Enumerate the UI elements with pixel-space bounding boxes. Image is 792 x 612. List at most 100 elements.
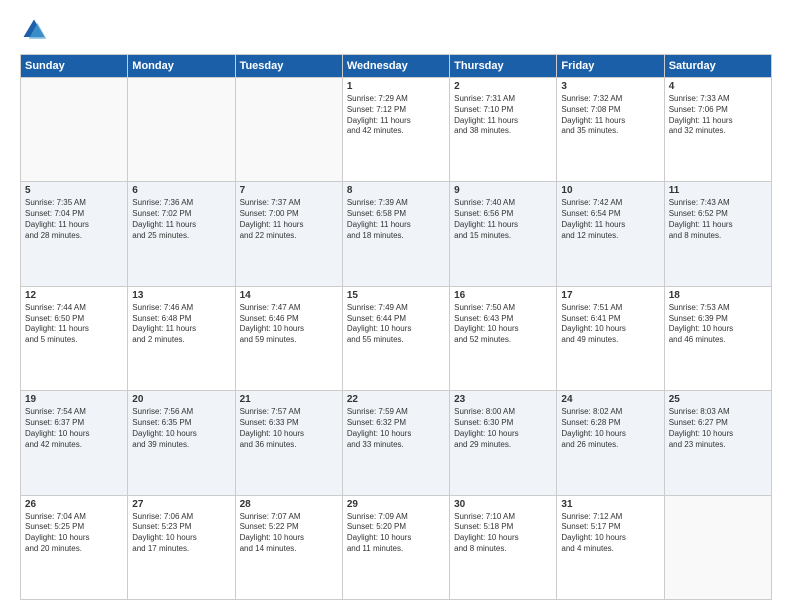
cell-info: Sunrise: 7:36 AMSunset: 7:02 PMDaylight:… xyxy=(132,198,230,241)
calendar-week-row: 1Sunrise: 7:29 AMSunset: 7:12 PMDaylight… xyxy=(21,78,772,182)
day-number: 31 xyxy=(561,499,659,510)
day-number: 26 xyxy=(25,499,123,510)
day-number: 20 xyxy=(132,394,230,405)
calendar-cell: 11 Sunrise: 7:43 AMSunset: 6:52 PMDayligh… xyxy=(664,182,771,286)
cell-info: Sunrise: 8:02 AMSunset: 6:28 PMDaylight:… xyxy=(561,407,659,450)
cell-info: Sunrise: 7:06 AMSunset: 5:23 PMDaylight:… xyxy=(132,512,230,555)
calendar-cell: 13 Sunrise: 7:46 AMSunset: 6:48 PMDayligh… xyxy=(128,286,235,390)
day-number: 6 xyxy=(132,185,230,196)
cell-info: Sunrise: 7:46 AMSunset: 6:48 PMDaylight:… xyxy=(132,303,230,346)
cell-info: Sunrise: 7:51 AMSunset: 6:41 PMDaylight:… xyxy=(561,303,659,346)
calendar-cell: 16 Sunrise: 7:50 AMSunset: 6:43 PMDayligh… xyxy=(450,286,557,390)
calendar-cell: 15 Sunrise: 7:49 AMSunset: 6:44 PMDayligh… xyxy=(342,286,449,390)
day-number: 13 xyxy=(132,290,230,301)
calendar-cell: 31Sunrise: 7:12 AMSunset: 5:17 PMDayligh… xyxy=(557,495,664,599)
cell-info: Sunrise: 7:47 AMSunset: 6:46 PMDaylight:… xyxy=(240,303,338,346)
calendar-cell: 5 Sunrise: 7:35 AMSunset: 7:04 PMDaylight… xyxy=(21,182,128,286)
calendar-cell xyxy=(128,78,235,182)
calendar-cell: 9 Sunrise: 7:40 AMSunset: 6:56 PMDaylight… xyxy=(450,182,557,286)
day-number: 29 xyxy=(347,499,445,510)
calendar-cell: 30 Sunrise: 7:10 AMSunset: 5:18 PMDayligh… xyxy=(450,495,557,599)
cell-info: Sunrise: 7:33 AMSunset: 7:06 PMDaylight:… xyxy=(669,94,767,137)
day-number: 7 xyxy=(240,185,338,196)
cell-info: Sunrise: 7:35 AMSunset: 7:04 PMDaylight:… xyxy=(25,198,123,241)
cell-info: Sunrise: 7:32 AMSunset: 7:08 PMDaylight:… xyxy=(561,94,659,137)
cell-info: Sunrise: 7:42 AMSunset: 6:54 PMDaylight:… xyxy=(561,198,659,241)
day-number: 28 xyxy=(240,499,338,510)
cell-info: Sunrise: 7:49 AMSunset: 6:44 PMDaylight:… xyxy=(347,303,445,346)
day-number: 2 xyxy=(454,81,552,92)
cell-info: Sunrise: 7:39 AMSunset: 6:58 PMDaylight:… xyxy=(347,198,445,241)
day-number: 8 xyxy=(347,185,445,196)
day-number: 4 xyxy=(669,81,767,92)
calendar-cell: 20Sunrise: 7:56 AMSunset: 6:35 PMDayligh… xyxy=(128,391,235,495)
cell-info: Sunrise: 7:10 AMSunset: 5:18 PMDaylight:… xyxy=(454,512,552,555)
day-number: 5 xyxy=(25,185,123,196)
day-number: 19 xyxy=(25,394,123,405)
logo xyxy=(20,16,52,44)
day-number: 14 xyxy=(240,290,338,301)
weekday-header-wednesday: Wednesday xyxy=(342,55,449,78)
cell-info: Sunrise: 7:40 AMSunset: 6:56 PMDaylight:… xyxy=(454,198,552,241)
calendar-cell: 28 Sunrise: 7:07 AMSunset: 5:22 PMDayligh… xyxy=(235,495,342,599)
day-number: 15 xyxy=(347,290,445,301)
cell-info: Sunrise: 7:31 AMSunset: 7:10 PMDaylight:… xyxy=(454,94,552,137)
calendar-cell: 8 Sunrise: 7:39 AMSunset: 6:58 PMDaylight… xyxy=(342,182,449,286)
day-number: 12 xyxy=(25,290,123,301)
calendar-cell: 24 Sunrise: 8:02 AMSunset: 6:28 PMDayligh… xyxy=(557,391,664,495)
cell-info: Sunrise: 7:53 AMSunset: 6:39 PMDaylight:… xyxy=(669,303,767,346)
cell-info: Sunrise: 7:54 AMSunset: 6:37 PMDaylight:… xyxy=(25,407,123,450)
weekday-header-row: SundayMondayTuesdayWednesdayThursdayFrid… xyxy=(21,55,772,78)
calendar-cell: 18Sunrise: 7:53 AMSunset: 6:39 PMDayligh… xyxy=(664,286,771,390)
calendar-cell: 17 Sunrise: 7:51 AMSunset: 6:41 PMDayligh… xyxy=(557,286,664,390)
calendar-cell: 22Sunrise: 7:59 AMSunset: 6:32 PMDayligh… xyxy=(342,391,449,495)
calendar-cell: 14 Sunrise: 7:47 AMSunset: 6:46 PMDayligh… xyxy=(235,286,342,390)
cell-info: Sunrise: 7:37 AMSunset: 7:00 PMDaylight:… xyxy=(240,198,338,241)
cell-info: Sunrise: 7:59 AMSunset: 6:32 PMDaylight:… xyxy=(347,407,445,450)
calendar-cell: 3 Sunrise: 7:32 AMSunset: 7:08 PMDaylight… xyxy=(557,78,664,182)
cell-info: Sunrise: 7:50 AMSunset: 6:43 PMDaylight:… xyxy=(454,303,552,346)
calendar-week-row: 26 Sunrise: 7:04 AMSunset: 5:25 PMDayligh… xyxy=(21,495,772,599)
cell-info: Sunrise: 7:43 AMSunset: 6:52 PMDaylight:… xyxy=(669,198,767,241)
calendar-cell: 21 Sunrise: 7:57 AMSunset: 6:33 PMDayligh… xyxy=(235,391,342,495)
calendar-cell: 6 Sunrise: 7:36 AMSunset: 7:02 PMDaylight… xyxy=(128,182,235,286)
calendar-cell: 12Sunrise: 7:44 AMSunset: 6:50 PMDayligh… xyxy=(21,286,128,390)
calendar-cell xyxy=(664,495,771,599)
header xyxy=(20,16,772,44)
calendar-week-row: 19 Sunrise: 7:54 AMSunset: 6:37 PMDayligh… xyxy=(21,391,772,495)
cell-info: Sunrise: 7:09 AMSunset: 5:20 PMDaylight:… xyxy=(347,512,445,555)
calendar-week-row: 5 Sunrise: 7:35 AMSunset: 7:04 PMDaylight… xyxy=(21,182,772,286)
day-number: 21 xyxy=(240,394,338,405)
weekday-header-saturday: Saturday xyxy=(664,55,771,78)
calendar-cell: 1Sunrise: 7:29 AMSunset: 7:12 PMDaylight… xyxy=(342,78,449,182)
calendar-cell: 29 Sunrise: 7:09 AMSunset: 5:20 PMDayligh… xyxy=(342,495,449,599)
calendar-cell: 7 Sunrise: 7:37 AMSunset: 7:00 PMDaylight… xyxy=(235,182,342,286)
calendar-cell: 10 Sunrise: 7:42 AMSunset: 6:54 PMDayligh… xyxy=(557,182,664,286)
calendar-cell: 25 Sunrise: 8:03 AMSunset: 6:27 PMDayligh… xyxy=(664,391,771,495)
calendar-cell: 27 Sunrise: 7:06 AMSunset: 5:23 PMDayligh… xyxy=(128,495,235,599)
cell-info: Sunrise: 7:07 AMSunset: 5:22 PMDaylight:… xyxy=(240,512,338,555)
day-number: 24 xyxy=(561,394,659,405)
day-number: 27 xyxy=(132,499,230,510)
calendar-cell xyxy=(235,78,342,182)
calendar-cell xyxy=(21,78,128,182)
day-number: 11 xyxy=(669,185,767,196)
weekday-header-monday: Monday xyxy=(128,55,235,78)
logo-icon xyxy=(20,16,48,44)
day-number: 9 xyxy=(454,185,552,196)
cell-info: Sunrise: 7:57 AMSunset: 6:33 PMDaylight:… xyxy=(240,407,338,450)
day-number: 25 xyxy=(669,394,767,405)
calendar-cell: 26 Sunrise: 7:04 AMSunset: 5:25 PMDayligh… xyxy=(21,495,128,599)
cell-info: Sunrise: 7:29 AMSunset: 7:12 PMDaylight:… xyxy=(347,94,445,137)
day-number: 3 xyxy=(561,81,659,92)
cell-info: Sunrise: 8:03 AMSunset: 6:27 PMDaylight:… xyxy=(669,407,767,450)
day-number: 16 xyxy=(454,290,552,301)
day-number: 17 xyxy=(561,290,659,301)
cell-info: Sunrise: 7:04 AMSunset: 5:25 PMDaylight:… xyxy=(25,512,123,555)
cell-info: Sunrise: 8:00 AMSunset: 6:30 PMDaylight:… xyxy=(454,407,552,450)
weekday-header-sunday: Sunday xyxy=(21,55,128,78)
day-number: 23 xyxy=(454,394,552,405)
day-number: 10 xyxy=(561,185,659,196)
day-number: 30 xyxy=(454,499,552,510)
calendar-cell: 19 Sunrise: 7:54 AMSunset: 6:37 PMDayligh… xyxy=(21,391,128,495)
